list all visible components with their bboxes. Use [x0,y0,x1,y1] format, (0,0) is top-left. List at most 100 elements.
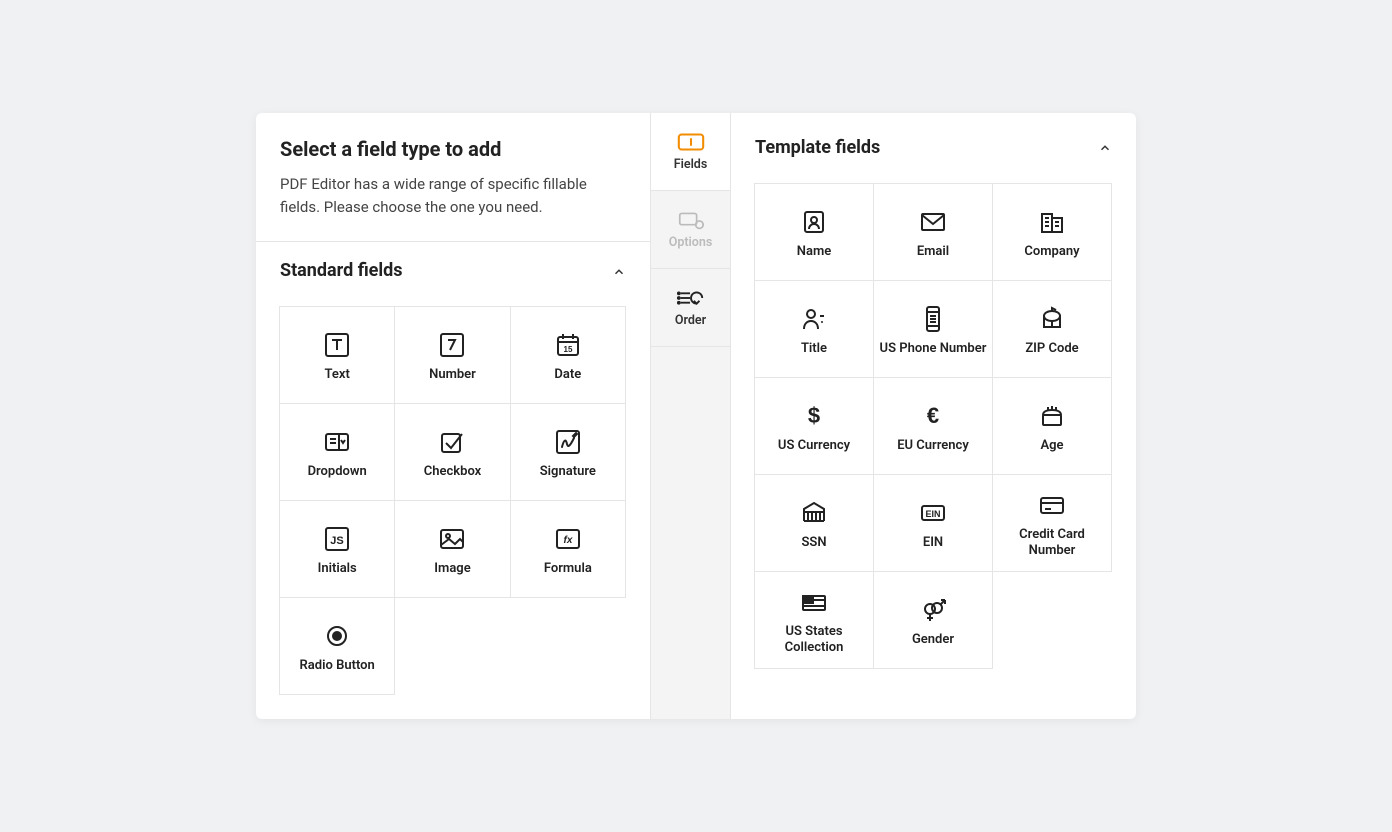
template-field-name[interactable]: Name [754,183,874,281]
radio-icon [323,618,351,654]
standard-fields-header[interactable]: Standard fields [256,242,650,289]
template-field-title[interactable]: Title [754,280,874,378]
ssn-icon [800,495,828,531]
template-field-ssn[interactable]: SSN [754,474,874,572]
template-field-ein[interactable]: EIN EIN [873,474,993,572]
intro-block: Select a field type to add PDF Editor ha… [256,113,650,243]
field-label: Credit Card Number [997,527,1107,560]
field-label: US States Collection [759,624,869,657]
field-label: Age [1040,438,1063,454]
initials-icon: JS [323,521,351,557]
age-icon [1038,398,1066,434]
chevron-up-icon [612,264,626,278]
field-label: Email [917,244,949,260]
formula-icon: fx [554,521,582,557]
date-icon: 15 [554,327,582,363]
chevron-up-icon [1098,140,1112,154]
field-label: Title [801,341,827,357]
fields-tab-icon [676,131,706,153]
us-currency-icon: $ [800,398,828,434]
right-panel: Template fields Name Email Company Title US … [731,113,1136,720]
number-icon [438,327,466,363]
company-icon [1038,204,1066,240]
template-field-email[interactable]: Email [873,183,993,281]
tab-options-label: Options [669,235,713,250]
dropdown-icon [323,424,351,460]
template-field-gender[interactable]: Gender [873,571,993,669]
template-field-credit-card[interactable]: Credit Card Number [992,474,1112,572]
standard-field-text[interactable]: Text [279,306,395,404]
template-field-us-states[interactable]: US States Collection [754,571,874,669]
field-label: Checkbox [424,464,482,480]
standard-field-date[interactable]: 15 Date [510,306,626,404]
tab-fields-label: Fields [674,157,708,172]
field-label: Radio Button [300,658,375,674]
field-label: Dropdown [308,464,367,480]
options-tab-icon [676,209,706,231]
field-label: Image [434,561,470,577]
svg-text:15: 15 [563,345,572,354]
template-field-zip[interactable]: ZIP Code [992,280,1112,378]
field-picker-card: Select a field type to add PDF Editor ha… [256,113,1136,720]
template-field-eu-currency[interactable]: € EU Currency [873,377,993,475]
svg-text:$: $ [808,403,820,428]
standard-field-number[interactable]: Number [394,306,510,404]
gender-icon [919,592,947,628]
template-fields-header[interactable]: Template fields [731,113,1136,166]
field-label: US Currency [778,438,850,454]
credit-card-icon [1038,487,1066,523]
template-field-us-currency[interactable]: $ US Currency [754,377,874,475]
eu-currency-icon: € [919,398,947,434]
zip-icon [1038,301,1066,337]
order-tab-icon [676,287,706,309]
field-label: Date [554,367,581,383]
svg-text:JS: JS [330,535,343,547]
svg-text:fx: fx [563,535,572,546]
tab-fields[interactable]: Fields [651,113,730,191]
image-icon [438,521,466,557]
standard-field-formula[interactable]: fx Formula [510,500,626,598]
ein-icon: EIN [919,495,947,531]
checkbox-icon [438,424,466,460]
title-icon [800,301,828,337]
template-field-company[interactable]: Company [992,183,1112,281]
text-icon [323,327,351,363]
tab-order[interactable]: Order [651,269,730,347]
svg-text:€: € [927,403,939,428]
template-field-phone[interactable]: US Phone Number [873,280,993,378]
template-fields-heading: Template fields [755,137,880,158]
tabs-strip: Fields Options [651,113,731,720]
field-label: Number [429,367,476,383]
field-label: US Phone Number [880,341,987,357]
intro-description: PDF Editor has a wide range of specific … [280,173,626,220]
field-label: Gender [912,632,954,648]
field-label: ZIP Code [1025,341,1078,357]
field-label: Text [324,367,349,383]
tab-order-label: Order [675,313,706,328]
template-fields-grid: Name Email Company Title US Phone Number ZIP … [731,166,1136,693]
standard-field-image[interactable]: Image [394,500,510,598]
template-field-age[interactable]: Age [992,377,1112,475]
us-states-icon [800,584,828,620]
field-label: Initials [318,561,357,577]
phone-icon [919,301,947,337]
standard-field-checkbox[interactable]: Checkbox [394,403,510,501]
signature-icon [554,424,582,460]
svg-text:EIN: EIN [925,509,940,519]
field-label: Formula [544,561,592,577]
intro-title: Select a field type to add [280,137,626,161]
standard-field-dropdown[interactable]: Dropdown [279,403,395,501]
left-panel: Select a field type to add PDF Editor ha… [256,113,651,720]
email-icon [919,204,947,240]
field-label: SSN [801,535,826,551]
field-label: Name [797,244,831,260]
tab-options: Options [651,191,730,269]
standard-field-radio[interactable]: Radio Button [279,597,395,695]
standard-fields-grid: Text Number 15 Date Dropdown Checkbox Signatur… [256,289,650,719]
standard-field-signature[interactable]: Signature [510,403,626,501]
field-label: Company [1024,244,1079,260]
field-label: EU Currency [897,438,969,454]
standard-field-initials[interactable]: JS Initials [279,500,395,598]
name-icon [800,204,828,240]
field-label: EIN [923,535,943,551]
